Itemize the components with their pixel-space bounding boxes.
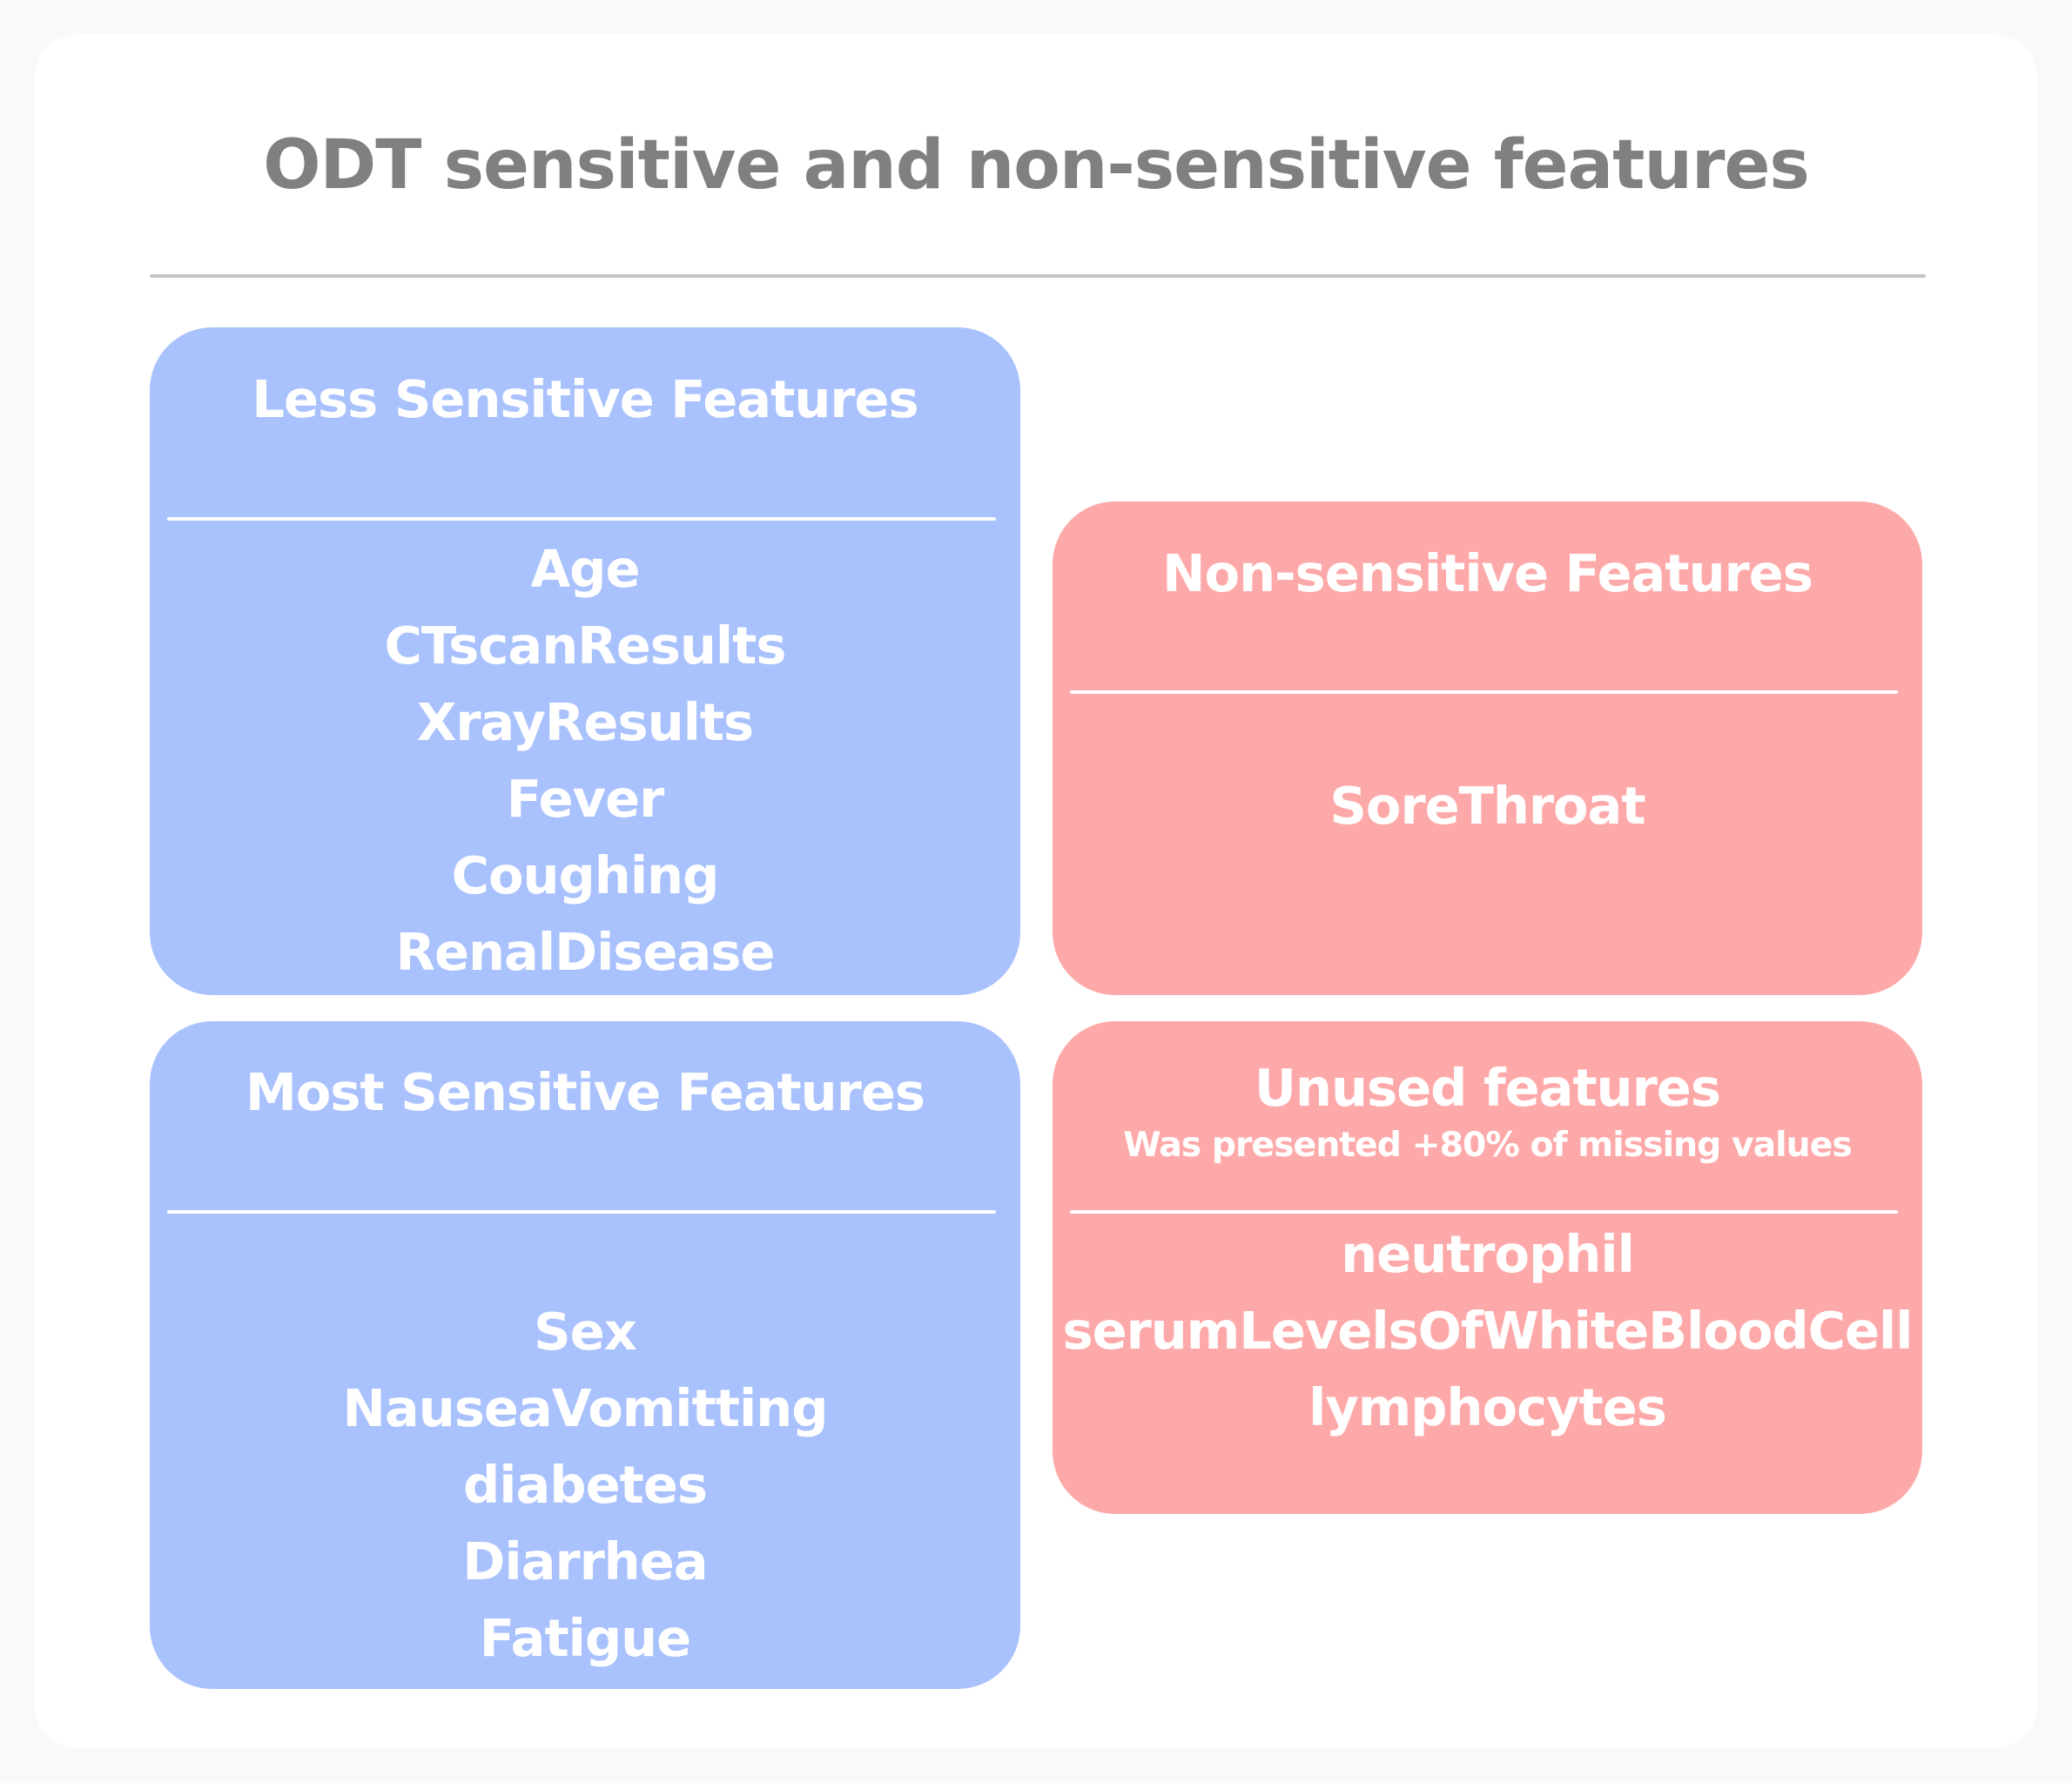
- feature-item: CTscanResults: [384, 616, 787, 676]
- box-divider: [167, 517, 996, 521]
- box-divider: [167, 1210, 996, 1214]
- feature-item: diabetes: [462, 1455, 708, 1515]
- feature-item: SoreThroat: [1329, 776, 1645, 836]
- feature-list: SoreThroat: [1053, 768, 1922, 844]
- box-divider: [1070, 690, 1898, 694]
- box-heading: Less Sensitive Features: [252, 369, 918, 429]
- feature-item: Fatigue: [479, 1608, 691, 1668]
- feature-list: Age CTscanResults XrayResults Fever Coug…: [150, 531, 1020, 991]
- diagram-title: ODT sensitive and non-sensitive features: [263, 126, 1810, 205]
- less-sensitive-features-box: Less Sensitive Features Age CTscanResult…: [150, 327, 1020, 995]
- feature-item: Age: [530, 539, 641, 599]
- box-heading: Unused features: [1255, 1058, 1721, 1118]
- feature-item: Fever: [506, 769, 665, 829]
- feature-item: Diarrhea: [462, 1531, 708, 1591]
- feature-item: neutrophil: [1341, 1224, 1635, 1284]
- feature-list: neutrophil serumLevelsOfWhiteBloodCell l…: [1053, 1216, 1922, 1446]
- box-heading: Non-sensitive Features: [1162, 543, 1813, 603]
- feature-list: Sex NauseaVomitting diabetes Diarrhea Fa…: [150, 1294, 1020, 1677]
- feature-item: XrayResults: [416, 692, 754, 752]
- unused-features-box: Unused features Was presented +80% of mi…: [1053, 1021, 1922, 1514]
- feature-item: Coughing: [451, 845, 720, 905]
- box-divider: [1070, 1210, 1898, 1214]
- feature-item: NauseaVomitting: [342, 1378, 829, 1438]
- feature-item: serumLevelsOfWhiteBloodCell: [1062, 1301, 1913, 1361]
- non-sensitive-features-box: Non-sensitive Features SoreThroat: [1053, 501, 1922, 995]
- feature-item: RenalDisease: [395, 922, 775, 982]
- box-subheading: Was presented +80% of missing values: [1123, 1125, 1853, 1165]
- feature-item: Sex: [534, 1302, 637, 1362]
- feature-item: lymphocytes: [1308, 1377, 1667, 1437]
- most-sensitive-features-box: Most Sensitive Features Sex NauseaVomitt…: [150, 1021, 1020, 1689]
- title-divider: [150, 274, 1926, 278]
- box-heading: Most Sensitive Features: [245, 1062, 925, 1122]
